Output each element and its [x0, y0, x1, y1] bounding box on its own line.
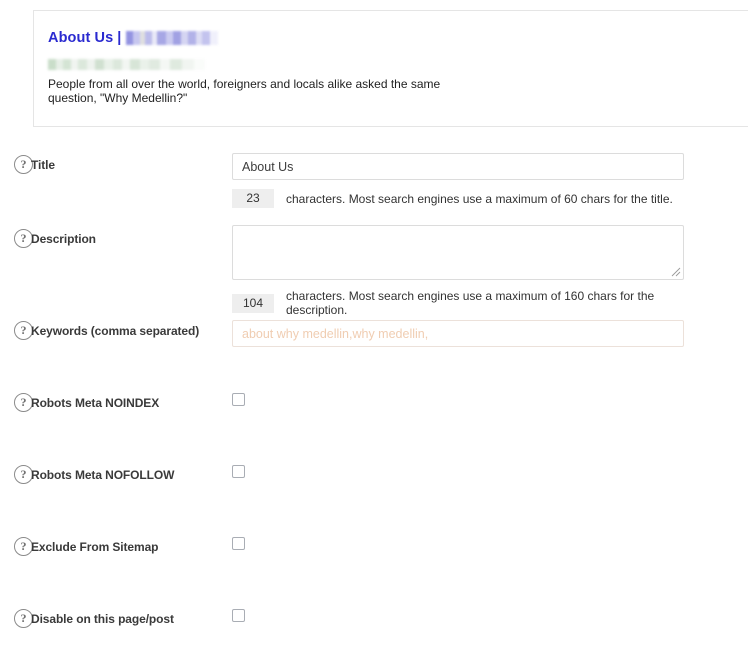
- label-keywords: ? Keywords (comma separated): [14, 321, 199, 340]
- field-row-exclude-sitemap: ? Exclude From Sitemap: [0, 527, 748, 599]
- field-label-text: Description: [31, 231, 96, 246]
- label-description: ? Description: [14, 229, 96, 248]
- preview-title-row: About Us |: [48, 31, 735, 46]
- label-exclude-sitemap: ? Exclude From Sitemap: [14, 537, 158, 556]
- title-character-count: 23: [232, 189, 274, 208]
- field-row-keywords: ? Keywords (comma separated): [0, 311, 748, 383]
- field-label-text: Disable on this page/post: [31, 611, 174, 626]
- disable-page-checkbox[interactable]: [232, 609, 245, 622]
- title-counter-line: 23 characters. Most search engines use a…: [232, 189, 684, 208]
- label-disable-page: ? Disable on this page/post: [14, 609, 174, 628]
- field-label-text: Robots Meta NOINDEX: [31, 395, 160, 410]
- preview-title-separator: |: [117, 30, 122, 46]
- checkbox-wrap-disable-page: [232, 609, 245, 622]
- field-row-title: ? Title 23 characters. Most search engin…: [0, 145, 748, 217]
- field-label-text: Keywords (comma separated): [31, 323, 200, 338]
- description-textarea[interactable]: [232, 225, 684, 280]
- label-robots-nofollow: ? Robots Meta NOFOLLOW: [14, 465, 174, 484]
- label-robots-noindex: ? Robots Meta NOINDEX: [14, 393, 159, 412]
- preview-description: People from all over the world, foreigne…: [48, 76, 441, 106]
- field-control-title: 23 characters. Most search engines use a…: [232, 153, 684, 208]
- field-label-text: Robots Meta NOFOLLOW: [31, 467, 175, 482]
- robots-noindex-checkbox[interactable]: [232, 393, 245, 406]
- field-row-robots-noindex: ? Robots Meta NOINDEX: [0, 383, 748, 455]
- checkbox-wrap-robots-nofollow: [232, 465, 245, 478]
- field-row-description: ? Description 104 characters. Most searc…: [0, 217, 748, 317]
- title-input[interactable]: [232, 153, 684, 180]
- preview-title: About Us: [48, 30, 114, 46]
- redacted-site-name-blur: [126, 31, 219, 46]
- description-character-count: 104: [232, 293, 274, 313]
- checkbox-wrap-robots-noindex: [232, 393, 245, 406]
- field-control-description: 104 characters. Most search engines use …: [232, 225, 684, 317]
- field-label-text: Exclude From Sitemap: [31, 539, 159, 554]
- field-control-keywords: [232, 320, 684, 347]
- seo-settings-form: ? Title 23 characters. Most search engin…: [0, 145, 748, 671]
- field-label-text: Title: [31, 157, 55, 172]
- field-row-disable-page: ? Disable on this page/post: [0, 599, 748, 671]
- label-title: ? Title: [14, 155, 55, 174]
- robots-nofollow-checkbox[interactable]: [232, 465, 245, 478]
- keywords-input[interactable]: [232, 320, 684, 347]
- search-snippet-preview: About Us | People from all over the worl…: [33, 10, 748, 127]
- redacted-url-blur: [48, 58, 205, 70]
- exclude-sitemap-checkbox[interactable]: [232, 537, 245, 550]
- field-row-robots-nofollow: ? Robots Meta NOFOLLOW: [0, 455, 748, 527]
- title-counter-help-text: characters. Most search engines use a ma…: [286, 191, 673, 206]
- checkbox-wrap-exclude-sitemap: [232, 537, 245, 550]
